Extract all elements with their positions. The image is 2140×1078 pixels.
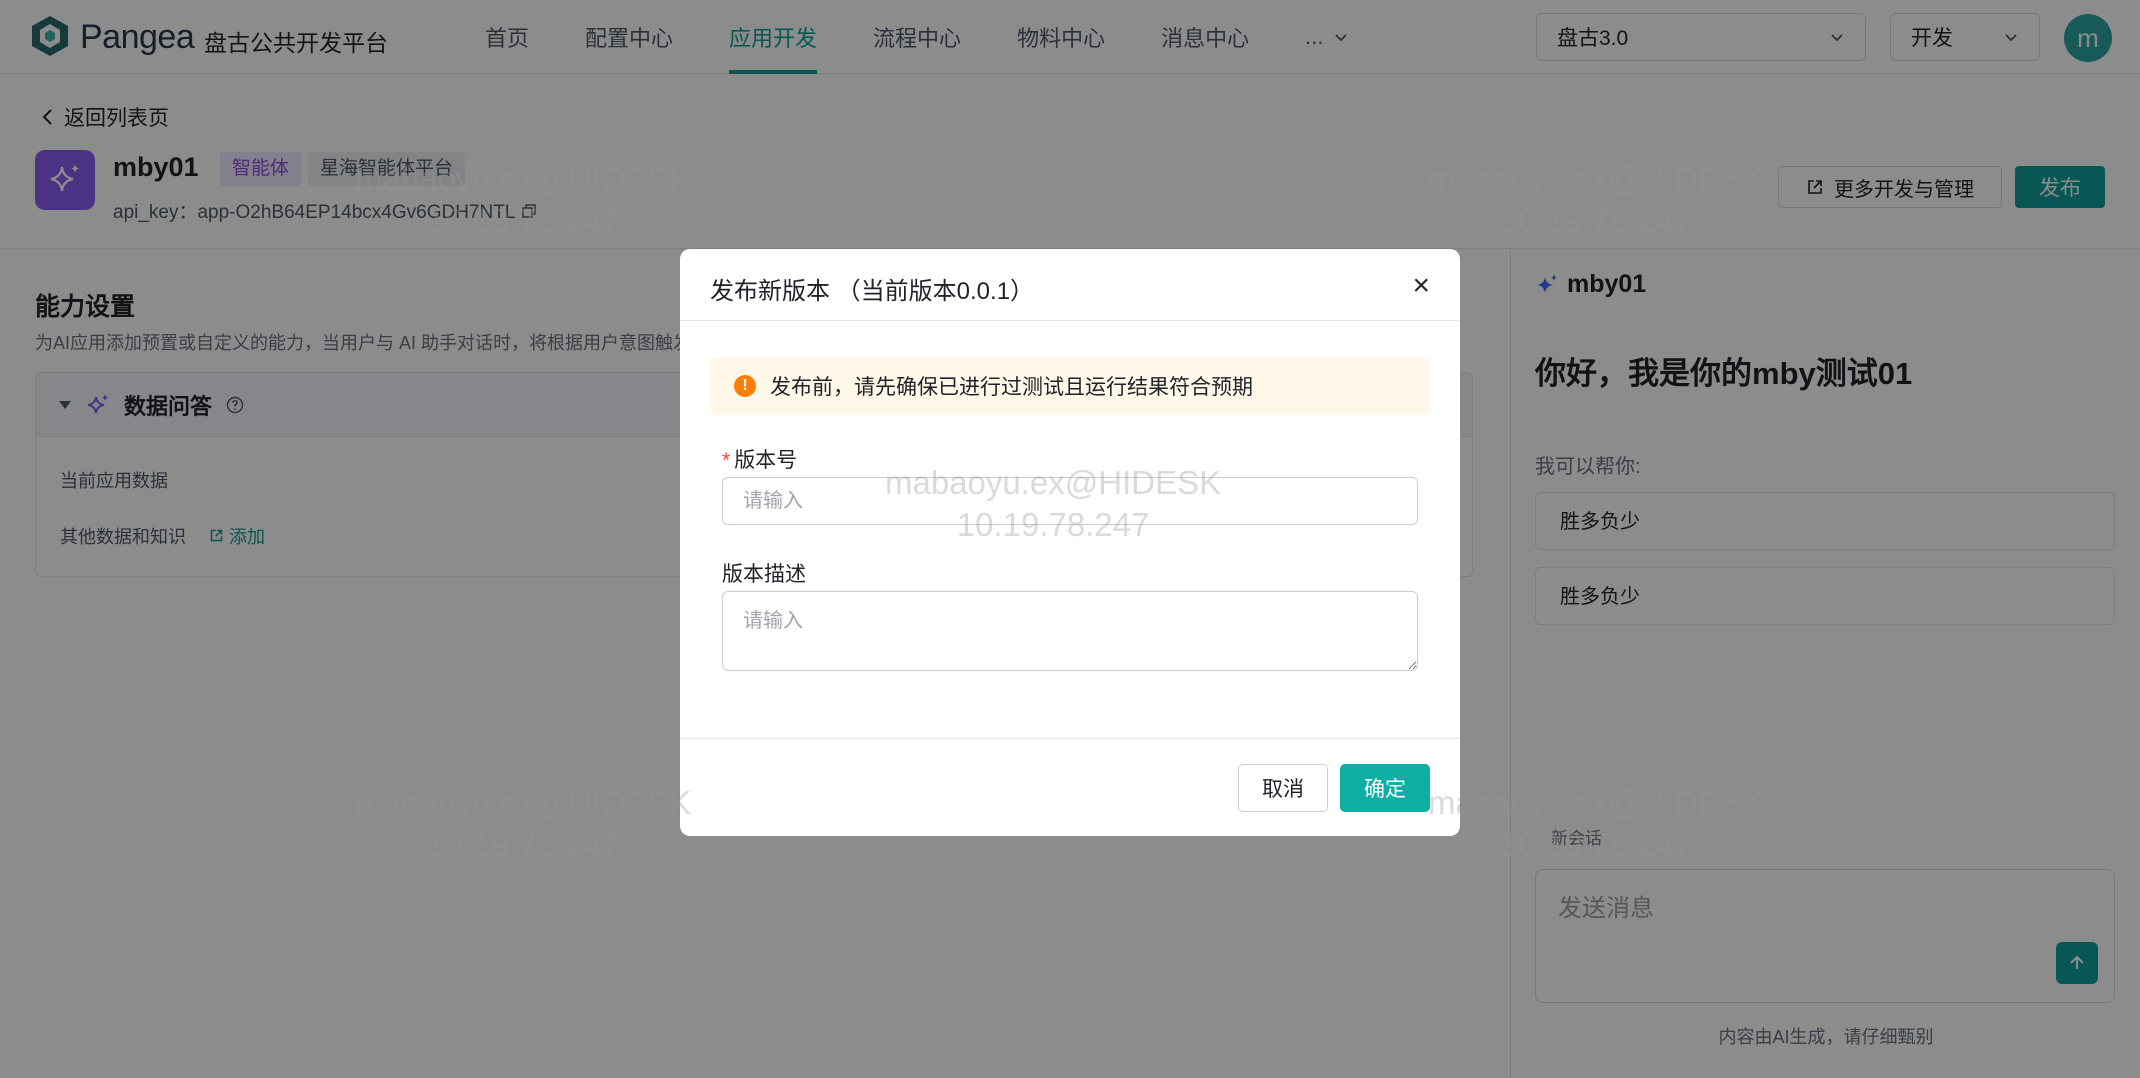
publish-version-dialog: 发布新版本 （当前版本0.0.1） × ! 发布前，请先确保已进行过测试且运行结…	[680, 249, 1460, 836]
version-number-label: * 版本号	[722, 444, 797, 474]
warning-text: 发布前，请先确保已进行过测试且运行结果符合预期	[770, 376, 1253, 399]
confirm-button[interactable]: 确定	[1340, 764, 1430, 812]
version-number-input[interactable]	[722, 477, 1418, 525]
version-number-label-text: 版本号	[734, 449, 798, 472]
version-desc-label: 版本描述	[722, 563, 806, 586]
dialog-header-divider	[680, 320, 1460, 321]
version-desc-input[interactable]	[722, 591, 1418, 671]
close-icon[interactable]: ×	[1412, 271, 1430, 301]
dialog-footer-divider	[680, 738, 1460, 739]
pre-publish-warning: ! 发布前，请先确保已进行过测试且运行结果符合预期	[710, 357, 1430, 415]
warning-icon: !	[734, 375, 756, 397]
required-asterisk: *	[722, 449, 731, 472]
cancel-button[interactable]: 取消	[1238, 764, 1328, 812]
dialog-title: 发布新版本 （当前版本0.0.1）	[710, 278, 1035, 305]
